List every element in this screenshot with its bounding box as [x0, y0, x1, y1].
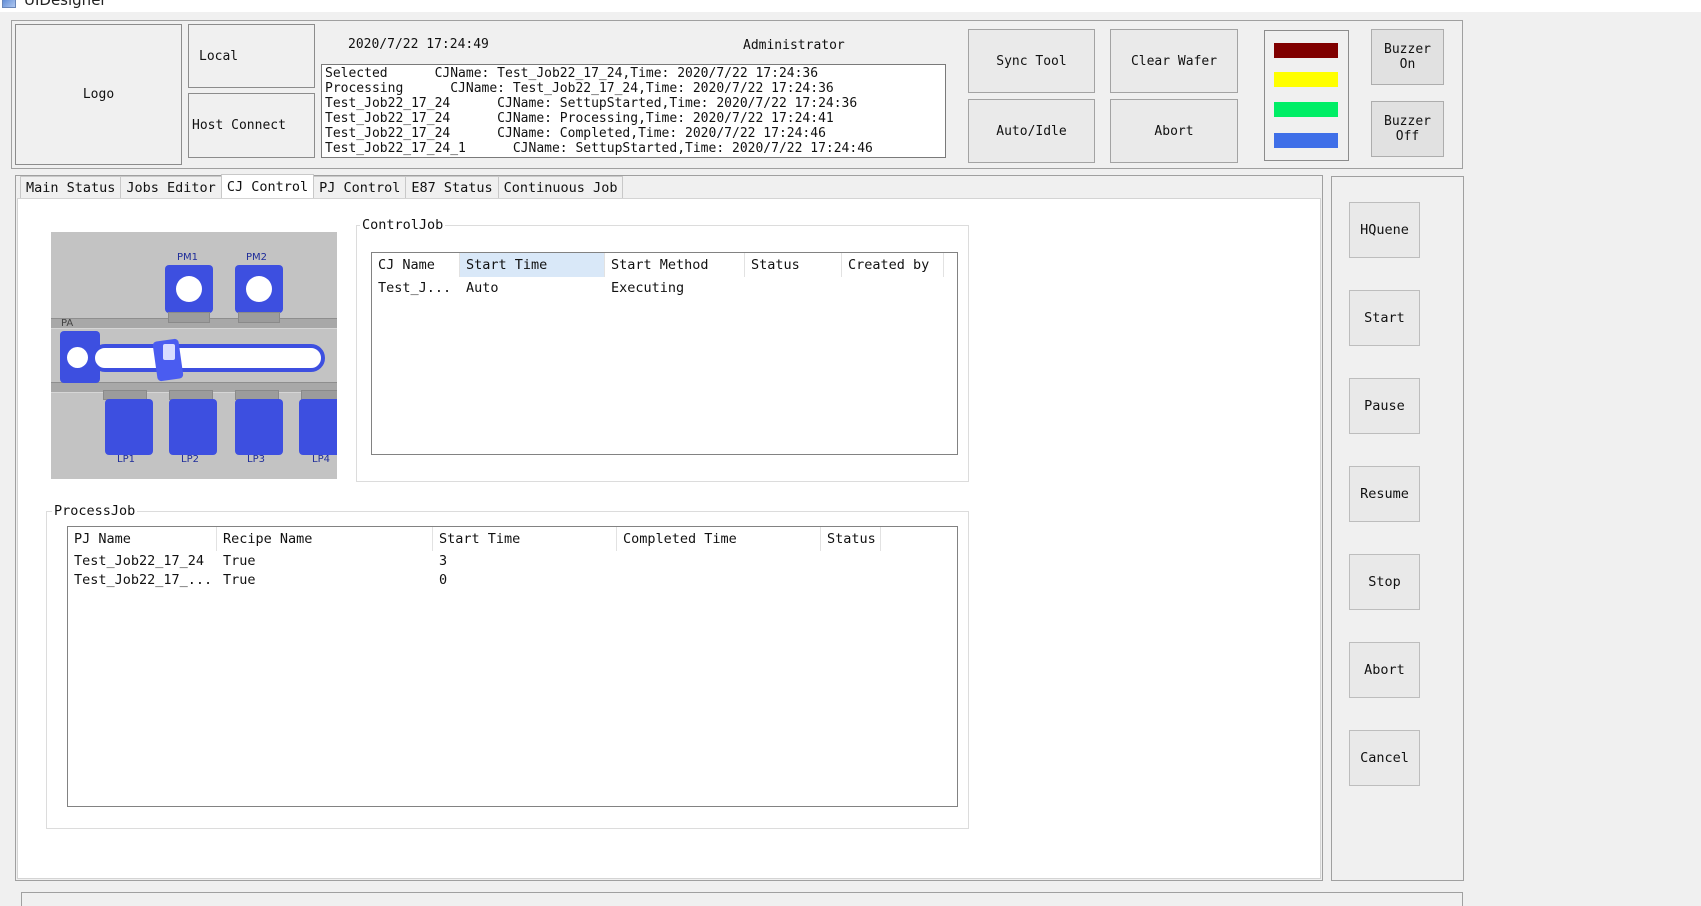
pm2-port-icon: [246, 276, 272, 302]
robot-end-effector: [163, 344, 175, 360]
pm2-label: PM2: [246, 252, 268, 263]
table-cell: True: [223, 571, 256, 588]
lp2-label: LP2: [181, 454, 199, 465]
lp4-label: LP4: [312, 454, 330, 465]
table-cell: [745, 278, 842, 297]
pm1-port-icon: [176, 276, 202, 302]
process-job-group-title: ProcessJob: [52, 503, 138, 519]
cancel-button[interactable]: Cancel: [1349, 730, 1420, 786]
table-cell: Test_J...: [378, 279, 452, 296]
start-button[interactable]: Start: [1349, 290, 1420, 346]
process-job-table-header: PJ Name Recipe Name Start Time Completed…: [68, 527, 881, 551]
app-icon: [2, 0, 16, 8]
lp1-label: LP1: [117, 454, 135, 465]
event-log-line: Test_Job22_17_24 CJName: Completed,Time:…: [325, 126, 826, 141]
logo: Logo: [15, 24, 182, 165]
lp3-label: LP3: [247, 454, 265, 465]
cj-col-created-by[interactable]: Created by: [842, 253, 944, 277]
signal-red-light: [1274, 43, 1338, 58]
tab-pj-control[interactable]: PJ Control: [313, 176, 407, 198]
event-log-line: Test_Job22_17_24 CJName: Processing,Time…: [325, 111, 834, 126]
lp4-module[interactable]: [299, 399, 337, 455]
pj-col-recipe-name[interactable]: Recipe Name: [217, 527, 433, 551]
pj-col-pj-name[interactable]: PJ Name: [68, 527, 217, 551]
pm1-label: PM1: [177, 252, 199, 263]
stop-button[interactable]: Stop: [1349, 554, 1420, 610]
lp1-module[interactable]: [105, 399, 153, 455]
buzzer-off-button[interactable]: Buzzer Off: [1371, 101, 1444, 157]
tab-continuous-job[interactable]: Continuous Job: [497, 176, 624, 198]
table-cell: 3: [439, 552, 448, 569]
pm2-gate: [238, 312, 280, 323]
tab-jobs-editor[interactable]: Jobs Editor: [120, 176, 222, 198]
robot-track: [91, 344, 325, 372]
pm1-gate: [168, 312, 210, 323]
cj-col-start-time[interactable]: Start Time: [460, 253, 605, 277]
lp2-module[interactable]: [169, 399, 217, 455]
window-titlebar: UIDesigner: [0, 0, 1701, 12]
table-cell: [821, 551, 881, 570]
table-cell: Auto: [466, 279, 499, 296]
table-cell: [617, 570, 821, 589]
cj-col-status[interactable]: Status: [745, 253, 842, 277]
tab-main-status[interactable]: Main Status: [20, 176, 122, 198]
control-job-group-title: ControlJob: [360, 217, 446, 233]
signal-tower-indicator: [1264, 30, 1349, 161]
current-datetime: 2020/7/22 17:24:49: [348, 37, 489, 52]
pa-port-icon: [67, 347, 88, 368]
table-row[interactable]: Test_J... Auto Executing: [372, 278, 944, 297]
table-cell: 0: [439, 571, 448, 588]
pause-button[interactable]: Pause: [1349, 378, 1420, 434]
signal-blue-light: [1274, 133, 1338, 148]
event-log-line: Test_Job22_17_24_1 CJName: SettupStarted…: [325, 141, 873, 156]
event-log[interactable]: Selected CJName: Test_Job22_17_24,Time: …: [321, 64, 946, 158]
table-cell: Test_Job22_17_...: [74, 571, 213, 588]
host-connect-indicator: Host Connect: [188, 93, 315, 158]
clear-wafer-button[interactable]: Clear Wafer: [1110, 29, 1238, 93]
table-cell: Executing: [611, 279, 685, 296]
event-log-line: Test_Job22_17_24 CJName: SettupStarted,T…: [325, 96, 858, 111]
signal-yellow-light: [1274, 72, 1338, 87]
table-row[interactable]: Test_Job22_17_... True 0: [68, 570, 881, 589]
equipment-map: PM1 PM2 PA LP1 LP2 LP3 LP4: [51, 232, 337, 479]
status-bar: [21, 892, 1463, 906]
abort-button[interactable]: Abort: [1349, 642, 1420, 698]
pj-col-start-time[interactable]: Start Time: [433, 527, 617, 551]
tab-e87-status[interactable]: E87 Status: [405, 176, 499, 198]
control-job-table-header: CJ Name Start Time Start Method Status C…: [372, 253, 944, 277]
control-mode-indicator: Local: [188, 24, 315, 88]
resume-button[interactable]: Resume: [1349, 466, 1420, 522]
lp3-module[interactable]: [235, 399, 283, 455]
tab-cj-control[interactable]: CJ Control: [220, 174, 315, 198]
event-log-line: Processing CJName: Test_Job22_17_24,Time…: [325, 81, 834, 96]
signal-green-light: [1274, 102, 1338, 117]
table-cell: Test_Job22_17_24: [74, 552, 205, 569]
cj-col-start-method[interactable]: Start Method: [605, 253, 745, 277]
window-title: UIDesigner: [24, 0, 107, 9]
pa-label: PA: [61, 318, 74, 329]
tab-strip: Main Status Jobs Editor CJ Control PJ Co…: [20, 174, 624, 199]
pj-col-completed-time[interactable]: Completed Time: [617, 527, 821, 551]
abort-top-button[interactable]: Abort: [1110, 99, 1238, 163]
table-cell: True: [223, 552, 256, 569]
control-job-table[interactable]: CJ Name Start Time Start Method Status C…: [371, 252, 958, 455]
table-row[interactable]: Test_Job22_17_24 True 3: [68, 551, 881, 570]
cj-col-cj-name[interactable]: CJ Name: [372, 253, 460, 277]
sync-tool-button[interactable]: Sync Tool: [968, 29, 1095, 93]
process-job-table[interactable]: PJ Name Recipe Name Start Time Completed…: [67, 526, 958, 807]
auto-idle-button[interactable]: Auto/Idle: [968, 99, 1095, 163]
buzzer-on-button[interactable]: Buzzer On: [1371, 29, 1444, 85]
pj-col-status[interactable]: Status: [821, 527, 881, 551]
table-cell: [617, 551, 821, 570]
table-cell: [842, 278, 944, 297]
current-user: Administrator: [743, 38, 845, 53]
event-log-line: Selected CJName: Test_Job22_17_24,Time: …: [325, 66, 819, 81]
hqueue-button[interactable]: HQuene: [1349, 202, 1420, 258]
table-cell: [821, 570, 881, 589]
